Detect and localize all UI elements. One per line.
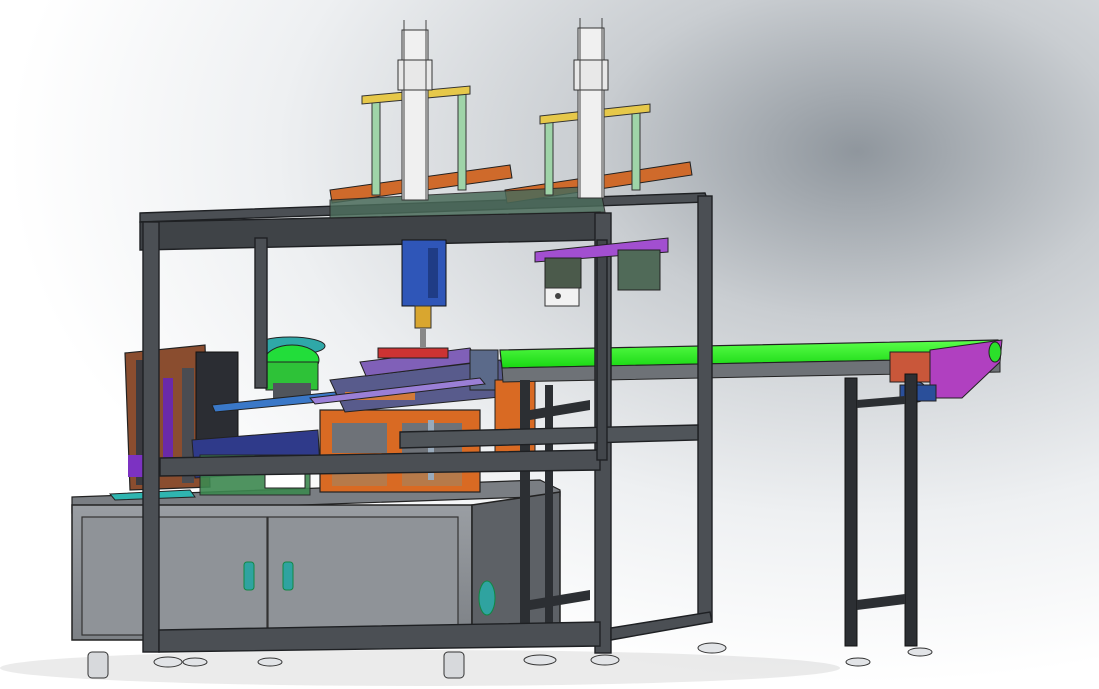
floor-shadow — [0, 650, 840, 686]
conveyor-legs — [520, 373, 918, 647]
cabinet-door-left[interactable] — [81, 516, 268, 636]
orange-fixture — [319, 409, 481, 493]
top-gantry[interactable] — [329, 18, 693, 219]
conveyor-belt[interactable] — [499, 339, 1003, 403]
vent-icon — [478, 580, 496, 616]
assembly-model[interactable] — [0, 0, 1099, 689]
screwdriver-head[interactable] — [401, 239, 447, 348]
cabinet-door-right[interactable] — [267, 516, 459, 636]
cad-viewport[interactable] — [0, 0, 1099, 689]
cabinet-handle-icon[interactable] — [282, 561, 294, 591]
cabinet-handle-icon[interactable] — [243, 561, 255, 591]
